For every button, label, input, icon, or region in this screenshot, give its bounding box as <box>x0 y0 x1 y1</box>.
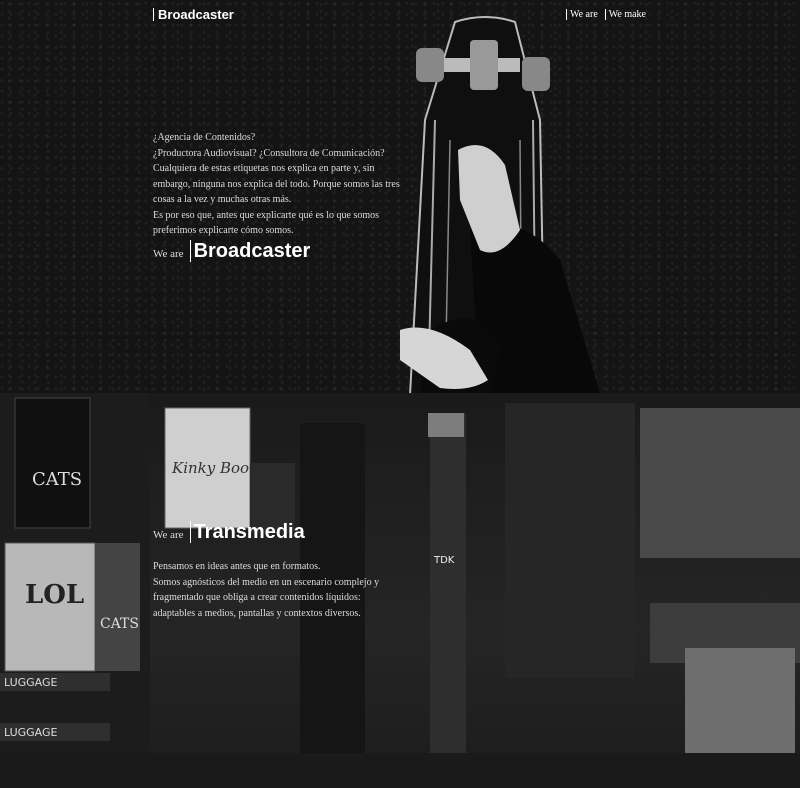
sign-cats-2: CATS <box>100 616 139 632</box>
transmedia-text: Pensamos en ideas antes que en formatos.… <box>153 559 393 621</box>
intro-line: ¿Productora Audiovisual? ¿Consultora de … <box>153 147 385 159</box>
intro-line: Cualquiera de estas etiquetas nos explic… <box>153 163 400 205</box>
intro-line: Es por eso que, antes que explicarte qué… <box>153 209 380 237</box>
nav-we-are[interactable]: We are <box>565 9 598 20</box>
we-are-transmedia: We are Transmedia <box>153 521 305 543</box>
we-are-broadcaster: We are Broadcaster <box>153 240 310 262</box>
transmedia-section: CATS Kinky Boots LOL CATS TDK LUGGAGE LU… <box>0 393 800 788</box>
brand-heading: Broadcaster <box>189 240 310 262</box>
city-background: CATS Kinky Boots LOL CATS TDK LUGGAGE LU… <box>0 393 800 788</box>
sign-luggage: LUGGAGE <box>4 676 58 689</box>
we-are-label: We are <box>153 529 184 541</box>
sign-kinky-boots: Kinky Boots <box>171 459 263 477</box>
transmedia-heading: Transmedia <box>189 521 305 543</box>
sign-cats: CATS <box>32 469 82 490</box>
we-are-label: We are <box>153 248 184 260</box>
sign-lol: LOL <box>25 580 84 610</box>
transmedia-line: Somos agnósticos del medio en un escenar… <box>153 576 380 619</box>
sign-tdk: TDK <box>433 555 455 566</box>
intro-text: ¿Agencia de Contenidos? ¿Productora Audi… <box>153 130 413 239</box>
transmedia-line: Pensamos en ideas antes que en formatos. <box>153 561 321 572</box>
sign-luggage-2: LUGGAGE <box>4 726 58 739</box>
main-nav: We are We make <box>565 9 646 20</box>
nav-we-make[interactable]: We make <box>604 9 646 20</box>
hero-section: Broadcaster We are We make ¿Agencia de C… <box>0 0 800 393</box>
intro-line: ¿Agencia de Contenidos? <box>153 132 256 143</box>
site-logo[interactable]: Broadcaster <box>153 8 234 21</box>
